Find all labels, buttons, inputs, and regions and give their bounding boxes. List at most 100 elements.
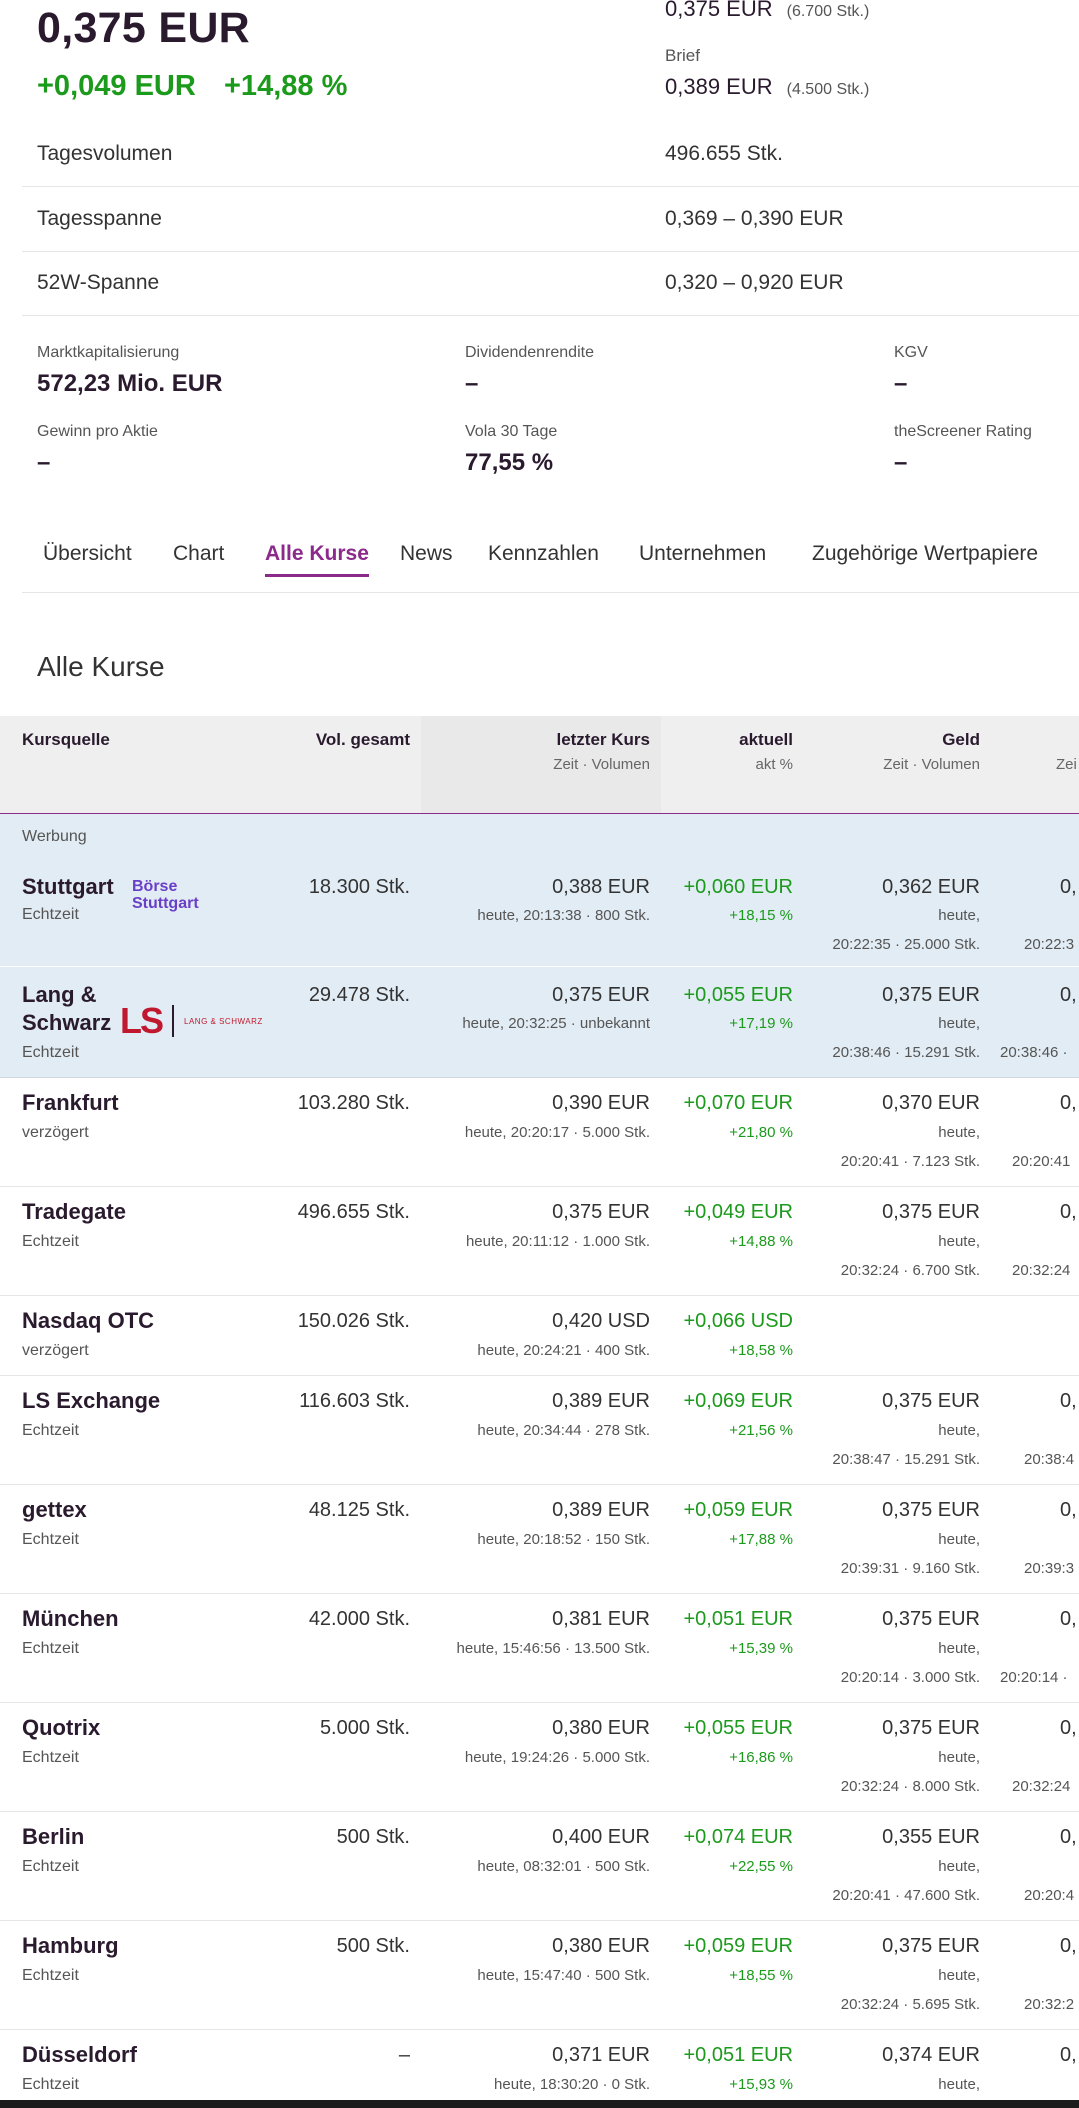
row-vol: 103.280 Stk. <box>297 1092 410 1114</box>
row-geld-time: 20:38:46 · 15.291 Stk. <box>832 1044 980 1061</box>
row-source-type: Echtzeit <box>22 2076 79 2093</box>
row-source-name[interactable]: Lang & <box>22 982 97 1008</box>
row-source-name[interactable]: gettex <box>22 1497 87 1523</box>
tab-alle-kurse[interactable]: Alle Kurse <box>265 542 369 577</box>
row-clipped-value: 0, <box>1060 876 1077 898</box>
row-akt: +0,059 EUR <box>683 1935 793 1957</box>
tab-zugehoerige-wertpapiere[interactable]: Zugehörige Wertpapiere <box>812 542 1038 566</box>
tab-kennzahlen[interactable]: Kennzahlen <box>488 542 599 566</box>
ad-label: Werbung <box>22 828 87 845</box>
table-row[interactable]: gettex Echtzeit 48.125 Stk. 0,389 EUR he… <box>0 1484 1079 1594</box>
row-source-name[interactable]: Stuttgart <box>22 874 114 900</box>
th-source[interactable]: Kursquelle <box>22 730 110 750</box>
row-geld: 0,375 EUR <box>882 1935 980 1957</box>
kv-label: Tagesvolumen <box>37 142 173 165</box>
row-geld-time: 20:32:24 · 8.000 Stk. <box>840 1778 980 1795</box>
row-source-name-line2[interactable]: Schwarz <box>22 1010 111 1036</box>
bottom-bar <box>0 2100 1079 2108</box>
row-geld-time: 20:20:41 · 47.600 Stk. <box>832 1887 980 1904</box>
row-source-name[interactable]: LS Exchange <box>22 1388 160 1414</box>
table-row[interactable]: Lang & Schwarz LS LANG & SCHWARZ Echtzei… <box>0 966 1079 1078</box>
row-last: 0,375 EUR <box>552 984 650 1006</box>
row-akt: +0,060 EUR <box>683 876 793 898</box>
stat-value-dividend: – <box>465 370 479 397</box>
row-geld-day: heute, <box>938 2076 980 2093</box>
row-source-type: Echtzeit <box>22 1967 79 1984</box>
tab-chart[interactable]: Chart <box>173 542 224 566</box>
row-source-name[interactable]: Tradegate <box>22 1199 126 1225</box>
row-vol: 42.000 Stk. <box>308 1608 410 1630</box>
row-clipped-value: 0, <box>1060 984 1077 1006</box>
row-geld-day: heute, <box>938 1422 980 1439</box>
row-last-sub: heute, 20:13:38 · 800 Stk. <box>477 907 650 924</box>
row-source-name[interactable]: Quotrix <box>22 1715 100 1741</box>
row-clipped-sub: 20:38:4 <box>1024 1451 1075 1468</box>
row-source-name[interactable]: Düsseldorf <box>22 2042 137 2068</box>
row-last: 0,388 EUR <box>552 876 650 898</box>
stat-value-eps: – <box>37 449 51 476</box>
row-last: 0,420 USD <box>552 1310 650 1332</box>
row-akt-pct: +18,55 % <box>729 1967 793 1984</box>
row-akt: +0,074 EUR <box>683 1826 793 1848</box>
th-last[interactable]: letzter Kurs <box>556 730 650 750</box>
tab-uebersicht[interactable]: Übersicht <box>43 542 132 566</box>
row-geld: 0,355 EUR <box>882 1826 980 1848</box>
row-last: 0,380 EUR <box>552 1717 650 1739</box>
table-row[interactable]: Stuttgart Börse Stuttgart Echtzeit 18.30… <box>0 858 1079 967</box>
row-clipped-value: 0, <box>1060 1935 1077 1957</box>
kv-value: 496.655 Stk. <box>665 142 783 165</box>
row-clipped-sub: 20:20:14 · <box>1000 1669 1068 1686</box>
row-source-name[interactable]: München <box>22 1606 119 1632</box>
row-clipped-value: 0, <box>1060 2044 1077 2066</box>
row-geld-time: 20:32:24 · 5.695 Stk. <box>840 1996 980 2013</box>
row-akt: +0,059 EUR <box>683 1499 793 1521</box>
row-vol: 29.478 Stk. <box>308 984 410 1006</box>
row-geld-day: heute, <box>938 1967 980 1984</box>
row-last: 0,371 EUR <box>552 2044 650 2066</box>
row-source-name[interactable]: Nasdaq OTC <box>22 1308 154 1334</box>
table-row[interactable]: Hamburg Echtzeit 500 Stk. 0,380 EUR heut… <box>0 1920 1079 2030</box>
row-vol: 496.655 Stk. <box>297 1201 410 1223</box>
table-row[interactable]: München Echtzeit 42.000 Stk. 0,381 EUR h… <box>0 1593 1079 1703</box>
th-vol[interactable]: Vol. gesamt <box>316 730 410 750</box>
row-geld-day: heute, <box>938 1015 980 1032</box>
row-geld-time: 20:20:41 · 7.123 Stk. <box>840 1153 980 1170</box>
table-row[interactable]: Düsseldorf Echtzeit – 0,371 EUR heute, 1… <box>0 2029 1079 2108</box>
table-row[interactable]: LS Exchange Echtzeit 116.603 Stk. 0,389 … <box>0 1375 1079 1485</box>
th-akt[interactable]: aktuell <box>739 730 793 750</box>
row-geld: 0,375 EUR <box>882 1390 980 1412</box>
stat-label-market-cap: Marktkapitalisierung <box>37 344 180 361</box>
row-last-sub: heute, 15:47:40 · 500 Stk. <box>477 1967 650 1984</box>
row-source-name[interactable]: Hamburg <box>22 1933 119 1959</box>
row-source-name[interactable]: Berlin <box>22 1824 84 1850</box>
row-geld-time: 20:39:31 · 9.160 Stk. <box>840 1560 980 1577</box>
geld-qty: (6.700 Stk.) <box>786 3 870 20</box>
th-geld[interactable]: Geld <box>942 730 980 750</box>
row-source-type: Echtzeit <box>22 1531 79 1548</box>
stat-value-market-cap: 572,23 Mio. EUR <box>37 370 223 397</box>
table-row[interactable]: Frankfurt verzögert 103.280 Stk. 0,390 E… <box>0 1077 1079 1187</box>
row-geld-time: 20:20:14 · 3.000 Stk. <box>840 1669 980 1686</box>
table-row[interactable]: Tradegate Echtzeit 496.655 Stk. 0,375 EU… <box>0 1186 1079 1296</box>
row-last: 0,400 EUR <box>552 1826 650 1848</box>
row-akt-pct: +17,88 % <box>729 1531 793 1548</box>
row-geld-time: 20:38:47 · 15.291 Stk. <box>832 1451 980 1468</box>
table-row[interactable]: Berlin Echtzeit 500 Stk. 0,400 EUR heute… <box>0 1811 1079 1921</box>
row-source-name[interactable]: Frankfurt <box>22 1090 119 1116</box>
row-geld-day: heute, <box>938 1233 980 1250</box>
row-clipped-value: 0, <box>1060 1608 1077 1630</box>
row-last-sub: heute, 20:34:44 · 278 Stk. <box>477 1422 650 1439</box>
row-last: 0,381 EUR <box>552 1608 650 1630</box>
row-akt: +0,049 EUR <box>683 1201 793 1223</box>
row-clipped-sub: 20:32:24 <box>1012 1262 1071 1279</box>
row-geld-day: heute, <box>938 1858 980 1875</box>
row-source-type: Echtzeit <box>22 1233 79 1250</box>
table-row[interactable]: Nasdaq OTC verzögert 150.026 Stk. 0,420 … <box>0 1295 1079 1376</box>
row-vol: – <box>398 2044 410 2066</box>
row-last: 0,389 EUR <box>552 1390 650 1412</box>
row-clipped-sub: 20:20:41 <box>1012 1153 1071 1170</box>
kv-row-tagesvolumen: Tagesvolumen 496.655 Stk. <box>22 122 1079 187</box>
tab-news[interactable]: News <box>400 542 453 566</box>
table-row[interactable]: Quotrix Echtzeit 5.000 Stk. 0,380 EUR he… <box>0 1702 1079 1812</box>
tab-unternehmen[interactable]: Unternehmen <box>639 542 766 566</box>
